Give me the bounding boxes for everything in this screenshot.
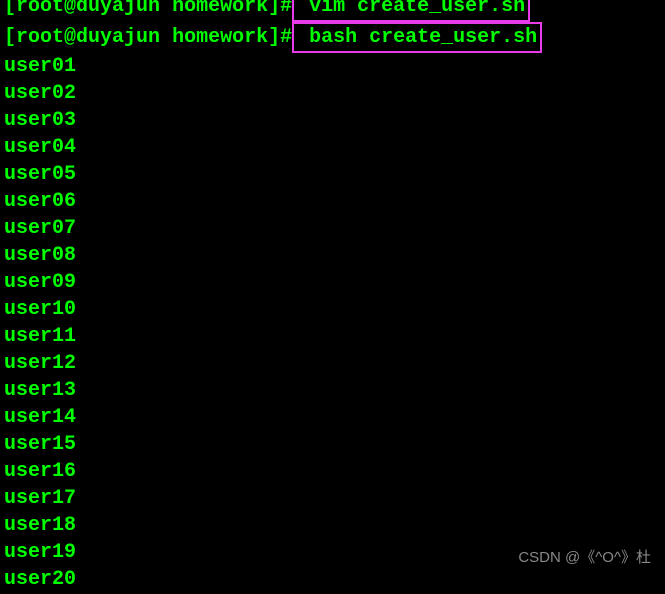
output-line: user03 — [4, 107, 661, 134]
output-line: user10 — [4, 296, 661, 323]
highlighted-command-1: vim create_user.sn — [292, 0, 530, 22]
prompt-line-2: [root@duyajun homework]# bash create_use… — [4, 22, 661, 53]
output-line: user01 — [4, 53, 661, 80]
output-line: user13 — [4, 377, 661, 404]
output-line: user08 — [4, 242, 661, 269]
prompt-line-1: [root@duyajun homework]# vim create_user… — [4, 0, 661, 22]
prompt-dir: homework — [172, 0, 268, 18]
terminal-window[interactable]: [root@duyajun homework]# vim create_user… — [0, 0, 665, 594]
output-line: user09 — [4, 269, 661, 296]
command-text: bash create_user.sh — [297, 26, 537, 49]
output-line: user16 — [4, 458, 661, 485]
prompt-suffix: ]# — [268, 0, 292, 18]
prompt-userhost: root@duyajun — [16, 26, 160, 49]
output-line: user18 — [4, 512, 661, 539]
prompt-dir: homework — [172, 26, 268, 49]
output-line: user06 — [4, 188, 661, 215]
output-line: user04 — [4, 134, 661, 161]
watermark-text: CSDN @《^O^》杜 — [518, 548, 651, 568]
output-line: user14 — [4, 404, 661, 431]
output-line: user12 — [4, 350, 661, 377]
highlighted-command-2: bash create_user.sh — [292, 22, 542, 53]
output-line: user11 — [4, 323, 661, 350]
output-line: user05 — [4, 161, 661, 188]
output-line: user07 — [4, 215, 661, 242]
prompt-bracket: [ — [4, 26, 16, 49]
prompt-bracket: [ — [4, 0, 16, 18]
output-line: user15 — [4, 431, 661, 458]
output-line: user02 — [4, 80, 661, 107]
prompt-userhost: root@duyajun — [16, 0, 160, 18]
output-line: user17 — [4, 485, 661, 512]
prompt-suffix: ]# — [268, 26, 292, 49]
